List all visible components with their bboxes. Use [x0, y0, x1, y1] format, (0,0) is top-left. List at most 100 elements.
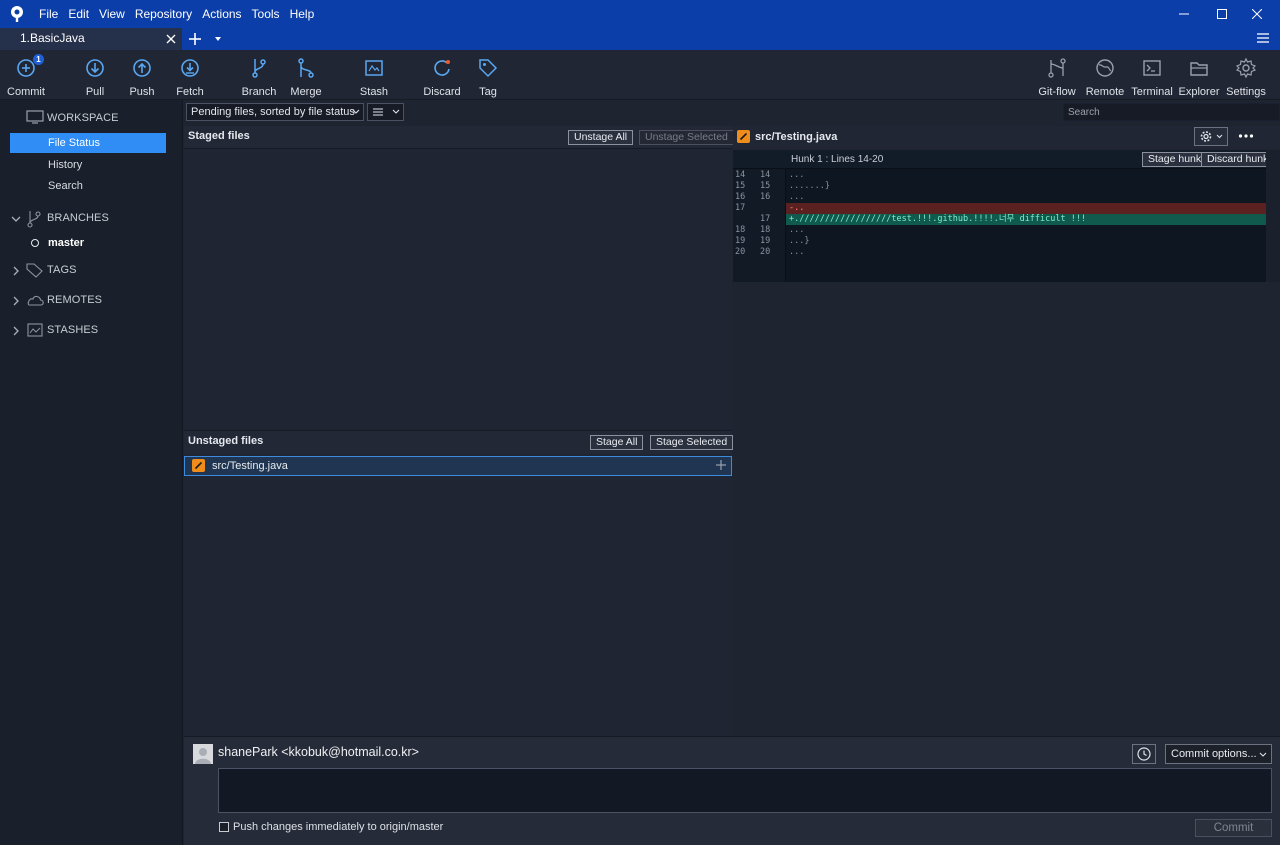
menu-tools[interactable]: Tools — [252, 0, 286, 28]
pull-button[interactable]: Pull — [75, 52, 115, 98]
merge-icon — [298, 58, 314, 78]
explorer-button[interactable]: Explorer — [1178, 52, 1220, 98]
diff-file-name: src/Testing.java — [755, 131, 838, 143]
diff-line: 19 19...} — [735, 236, 810, 246]
new-tab-plus-icon[interactable] — [187, 31, 203, 47]
commit-options-label: Commit options... — [1171, 748, 1257, 760]
stage-file-plus-icon[interactable] — [715, 459, 727, 471]
stashes-header[interactable]: STASHES — [47, 324, 98, 336]
menu-edit[interactable]: Edit — [68, 0, 95, 28]
commit-options-dropdown[interactable]: Commit options... — [1165, 744, 1272, 764]
hamburger-menu-icon[interactable] — [1256, 31, 1270, 45]
diff-options-button[interactable] — [1194, 127, 1228, 146]
monitor-icon — [26, 110, 44, 124]
workspace-header[interactable]: WORKSPACE — [47, 112, 119, 124]
globe-icon — [1096, 59, 1114, 77]
diff-scrollbar[interactable] — [1266, 150, 1280, 282]
stage-hunk-button[interactable]: Stage hunk — [1142, 152, 1208, 167]
sidebar-item-search[interactable]: Search — [48, 180, 83, 192]
branch-button[interactable]: Branch — [238, 52, 280, 98]
branches-header[interactable]: BRANCHES — [47, 212, 109, 224]
explorer-label: Explorer — [1178, 86, 1220, 98]
chevron-right-icon[interactable] — [11, 296, 21, 306]
tags-header[interactable]: TAGS — [47, 264, 77, 276]
commit-submit-button[interactable]: Commit — [1195, 819, 1272, 837]
branch-icon — [252, 59, 266, 78]
maximize-icon — [1217, 9, 1227, 19]
push-immediately-label: Push changes immediately to origin/maste… — [233, 821, 444, 833]
menu-actions[interactable]: Actions — [202, 0, 247, 28]
chevron-down-icon — [1259, 751, 1267, 759]
sidebar-item-file-status-label: File Status — [48, 137, 100, 149]
staged-files-title: Staged files — [188, 130, 250, 142]
remote-button[interactable]: Remote — [1084, 52, 1126, 98]
minimize-icon — [1179, 13, 1189, 15]
staged-files-list — [184, 149, 732, 429]
search-placeholder: Search — [1068, 107, 1100, 118]
tag-button[interactable]: Tag — [470, 52, 506, 98]
terminal-label: Terminal — [1131, 86, 1173, 98]
stash-label: Stash — [359, 86, 389, 98]
clock-icon — [1137, 747, 1151, 761]
discard-button[interactable]: Discard — [420, 52, 464, 98]
file-filter-dropdown[interactable]: Pending files, sorted by file status — [186, 103, 364, 121]
stage-selected-button[interactable]: Stage Selected — [650, 435, 734, 450]
close-icon — [1252, 9, 1262, 19]
modified-file-icon — [192, 459, 205, 472]
settings-button[interactable]: Settings — [1224, 52, 1268, 98]
commit-author: shanePark <kkobuk@hotmail.co.kr> — [218, 745, 419, 759]
unstage-all-button[interactable]: Unstage All — [568, 130, 634, 145]
terminal-button[interactable]: Terminal — [1130, 52, 1174, 98]
tag-icon — [479, 59, 498, 78]
discard-hunk-button[interactable]: Discard hunk — [1201, 152, 1275, 167]
chevron-right-icon[interactable] — [11, 266, 21, 276]
settings-label: Settings — [1226, 86, 1266, 98]
current-branch-indicator-icon — [31, 239, 39, 247]
discard-label: Discard — [423, 86, 461, 98]
folder-icon — [1190, 62, 1208, 76]
push-button[interactable]: Push — [122, 52, 162, 98]
unstage-selected-button[interactable]: Unstage Selected — [639, 130, 734, 145]
gear-icon — [1200, 131, 1223, 142]
tab-dropdown-chevron-icon[interactable] — [213, 34, 223, 44]
avatar — [193, 744, 213, 764]
menu-file[interactable]: File — [39, 0, 64, 28]
file-filter-value: Pending files, sorted by file status — [191, 106, 355, 118]
push-immediately-checkbox[interactable] — [219, 822, 229, 832]
commit-history-button[interactable] — [1132, 744, 1156, 764]
diff-line-removed: 17 -.. — [733, 203, 1266, 214]
unstaged-files-list — [184, 454, 732, 736]
pull-label: Pull — [85, 86, 105, 98]
diff-line: 16 16... — [735, 192, 805, 202]
remotes-header[interactable]: REMOTES — [47, 294, 102, 306]
pull-icon — [86, 59, 104, 77]
tag-label: Tag — [479, 86, 497, 98]
chevron-down-icon[interactable] — [11, 214, 21, 224]
chevron-right-icon[interactable] — [11, 326, 21, 336]
stash-button[interactable]: Stash — [354, 52, 394, 98]
branch-master[interactable]: master — [48, 237, 84, 249]
tab-close-icon[interactable] — [164, 32, 178, 46]
fetch-button[interactable]: Fetch — [170, 52, 210, 98]
commit-label: Commit — [7, 86, 45, 98]
menu-repository[interactable]: Repository — [135, 0, 198, 28]
close-window-button[interactable] — [1234, 0, 1280, 28]
chevron-down-icon — [352, 108, 360, 116]
gitflow-button[interactable]: Git-flow — [1034, 52, 1080, 98]
terminal-icon — [1143, 60, 1161, 76]
hunk-label: Hunk 1 : Lines 14-20 — [791, 154, 884, 165]
more-options-icon[interactable] — [1238, 130, 1254, 142]
stash-icon — [365, 60, 383, 76]
menu-help[interactable]: Help — [290, 0, 321, 28]
cloud-icon — [26, 294, 44, 306]
commit-message-input[interactable] — [218, 768, 1272, 813]
diff-line: 18 18... — [735, 225, 805, 235]
merge-button[interactable]: Merge — [285, 52, 327, 98]
unstaged-file-name: src/Testing.java — [212, 460, 288, 472]
stage-all-button[interactable]: Stage All — [590, 435, 644, 450]
tab-label: 1.BasicJava — [20, 31, 85, 45]
remote-label: Remote — [1085, 86, 1125, 98]
sidebar-item-history[interactable]: History — [48, 159, 82, 171]
menu-view[interactable]: View — [99, 0, 131, 28]
modified-file-icon — [737, 130, 750, 143]
